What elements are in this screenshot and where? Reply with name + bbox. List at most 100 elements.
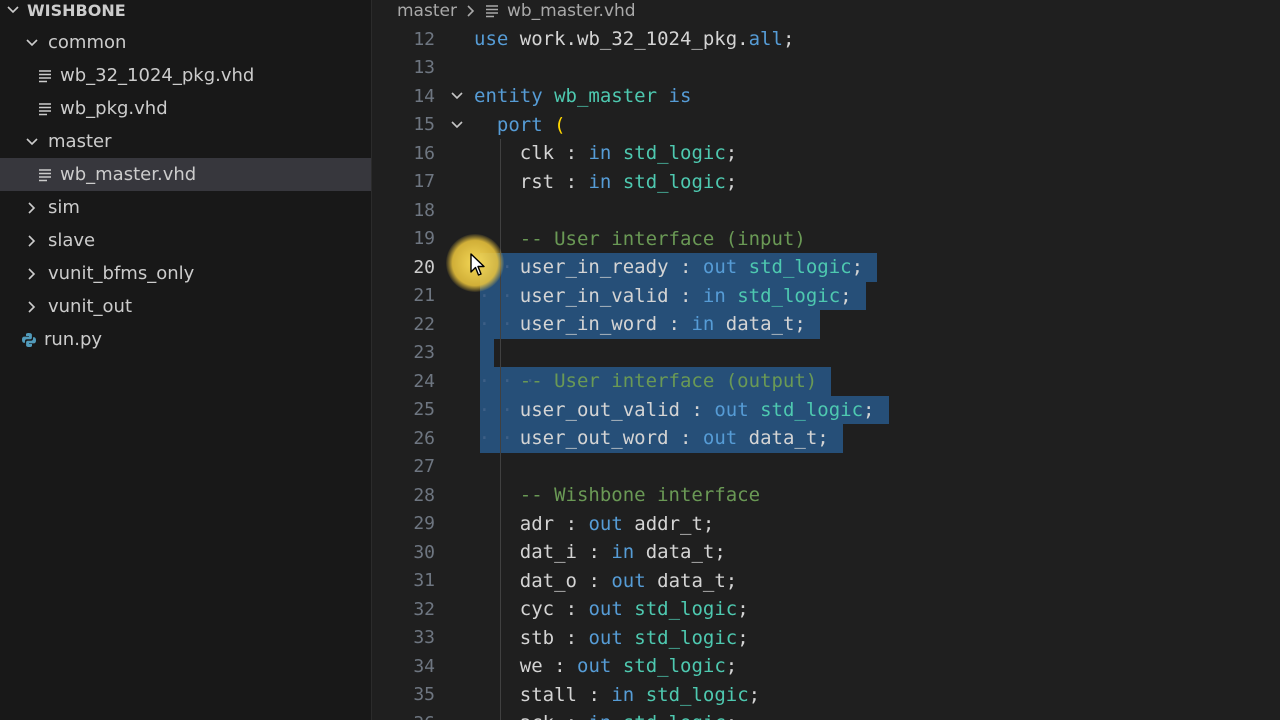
fold-chevron-down-icon[interactable] [448, 116, 466, 134]
code-line[interactable]: 13 [372, 54, 1280, 83]
line-number: 26 [413, 427, 435, 449]
fold-chevron-down-icon[interactable] [448, 87, 466, 105]
file-lines-icon [37, 101, 53, 117]
code-line[interactable]: · · · 25 user_out_valid : out std_logic; [372, 395, 1280, 424]
breadcrumb: master wb_master.vhd [372, 0, 1280, 22]
code-line[interactable]: 18 [372, 196, 1280, 225]
code-editor[interactable]: master wb_master.vhd 12 use work.wb_32_10… [372, 0, 1280, 720]
code-text: user_in_valid : in std_logic; [519, 284, 852, 307]
explorer-item-sim[interactable]: sim [0, 191, 371, 224]
code-text: clk : in std_logic; [519, 142, 738, 164]
chevron-right-icon [23, 298, 41, 316]
selection-highlight [479, 338, 494, 367]
explorer-item-label: sim [48, 197, 80, 218]
code-line[interactable]: 14 entity wb_master is [372, 82, 1280, 111]
code-text: use work.wb_32_1024_pkg.all; [474, 28, 795, 50]
code-line[interactable]: 29 adr : out addr_t; [372, 510, 1280, 539]
code-line[interactable]: 30 dat_i : in data_t; [372, 538, 1280, 567]
line-number: 27 [413, 456, 435, 478]
line-number: 22 [413, 313, 435, 335]
code-text: cyc : out std_logic; [519, 598, 749, 620]
code-text: user_out_word : out data_t; [519, 427, 829, 449]
line-number: 23 [413, 342, 435, 364]
explorer-item-vunit-bfms-only[interactable]: vunit_bfms_only [0, 257, 371, 290]
line-number: 16 [413, 142, 435, 164]
line-number: 32 [413, 598, 435, 620]
explorer-item-common[interactable]: common [0, 26, 371, 59]
breadcrumb-file[interactable]: wb_master.vhd [507, 1, 636, 21]
code-line[interactable]: 32 cyc : out std_logic; [372, 595, 1280, 624]
code-line[interactable]: 35 stall : in std_logic; [372, 681, 1280, 710]
chevron-right-icon [465, 4, 477, 18]
code-line[interactable]: · · · 26 user_out_word : out data_t; [372, 424, 1280, 453]
line-number: 21 [413, 285, 435, 307]
explorer-item-wb-pkg-vhd[interactable]: wb_pkg.vhd [0, 92, 371, 125]
code-text: rst : in std_logic; [519, 170, 738, 193]
code-text: user_in_ready : out std_logic; [519, 256, 864, 278]
explorer-item-wb-master-vhd[interactable]: wb_master.vhd [0, 158, 371, 191]
explorer-sidebar: WISHBONE common wb_32_1024_pkg.vhd wb_pkg.… [0, 0, 372, 720]
line-number: 36 [372, 713, 435, 720]
code-line[interactable]: 33 stb : out std_logic; [372, 624, 1280, 653]
code-line[interactable]: 31 dat_o : out data_t; [372, 567, 1280, 596]
code-line[interactable]: 16 clk : in std_logic; [372, 139, 1280, 168]
code-line[interactable]: · · · 20 user_in_ready : out std_logic; [372, 253, 1280, 282]
explorer-root-folder[interactable]: WISHBONE [0, 0, 371, 20]
breadcrumb-folder[interactable]: master [397, 1, 457, 21]
line-number: 34 [413, 655, 435, 677]
code-text: ack : in std_logic; [520, 709, 737, 720]
explorer-root-label: WISHBONE [27, 0, 126, 20]
line-number: 33 [413, 627, 435, 649]
explorer-item-label: slave [48, 230, 96, 251]
code-text: dat_o : out data_t; [519, 569, 738, 592]
explorer-item-label: wb_pkg.vhd [60, 98, 168, 119]
code-text: -- Wishbone interface [519, 484, 761, 506]
code-line[interactable]: 15 port ( [372, 111, 1280, 140]
file-lines-icon [37, 68, 53, 84]
code-text: adr : out addr_t; [519, 512, 715, 535]
line-number: 13 [413, 57, 435, 79]
explorer-item-slave[interactable]: slave [0, 224, 371, 257]
explorer-item-run-py[interactable]: run.py [0, 323, 371, 356]
python-icon [21, 332, 37, 348]
code-text: dat_i : in data_t; [519, 541, 726, 563]
code-text: stb : out std_logic; [519, 626, 749, 649]
code-line[interactable]: 27 [372, 453, 1280, 482]
explorer-item-label: wb_32_1024_pkg.vhd [60, 65, 255, 86]
code-line[interactable]: 12 use work.wb_32_1024_pkg.all; [372, 25, 1280, 54]
code-line[interactable]: 28 -- Wishbone interface [372, 481, 1280, 510]
code-line[interactable]: · · · 21 user_in_valid : in std_logic; [372, 281, 1280, 310]
code-text: -- User interface (input) [519, 227, 806, 250]
mouse-pointer-icon [470, 253, 485, 276]
line-number: 12 [413, 28, 435, 50]
line-number: 24 [413, 370, 435, 392]
explorer-item-label: vunit_bfms_only [48, 263, 195, 284]
indent-guide [500, 139, 502, 720]
explorer-item-master[interactable]: master [0, 125, 371, 158]
chevron-down-icon [23, 133, 41, 151]
file-lines-icon [37, 167, 53, 183]
explorer-item-wb-32-1024-pkg-vhd[interactable]: wb_32_1024_pkg.vhd [0, 59, 371, 92]
explorer-item-label: common [48, 32, 127, 53]
code-line[interactable]: 23 [372, 338, 1280, 367]
code-line[interactable]: 36 ack : in std_logic; [372, 709, 1280, 720]
code-line[interactable]: · · · 22 user_in_word : in data_t; [372, 310, 1280, 339]
code-line[interactable]: 17 rst : in std_logic; [372, 168, 1280, 197]
chevron-down-icon [4, 1, 22, 19]
line-number: 17 [413, 171, 435, 193]
line-number: 28 [413, 484, 435, 506]
chevron-right-icon [23, 232, 41, 250]
explorer-item-vunit-out[interactable]: vunit_out [0, 290, 371, 323]
line-number: 20 [413, 256, 435, 278]
line-number: 14 [413, 85, 435, 107]
code-line[interactable]: 19 -- User interface (input) [372, 225, 1280, 254]
code-area[interactable]: 12 use work.wb_32_1024_pkg.all; 13 14 entity… [372, 24, 1280, 720]
code-line[interactable]: · · · 24 -- User interface (output) [372, 367, 1280, 396]
code-line[interactable]: 34 we : out std_logic; [372, 652, 1280, 681]
explorer-item-label: vunit_out [48, 296, 133, 317]
chevron-right-icon [23, 265, 41, 283]
code-text: stall : in std_logic; [519, 683, 761, 706]
file-lines-icon [485, 4, 499, 18]
code-text: entity wb_master is [474, 85, 692, 107]
explorer-item-label: wb_master.vhd [60, 164, 197, 185]
